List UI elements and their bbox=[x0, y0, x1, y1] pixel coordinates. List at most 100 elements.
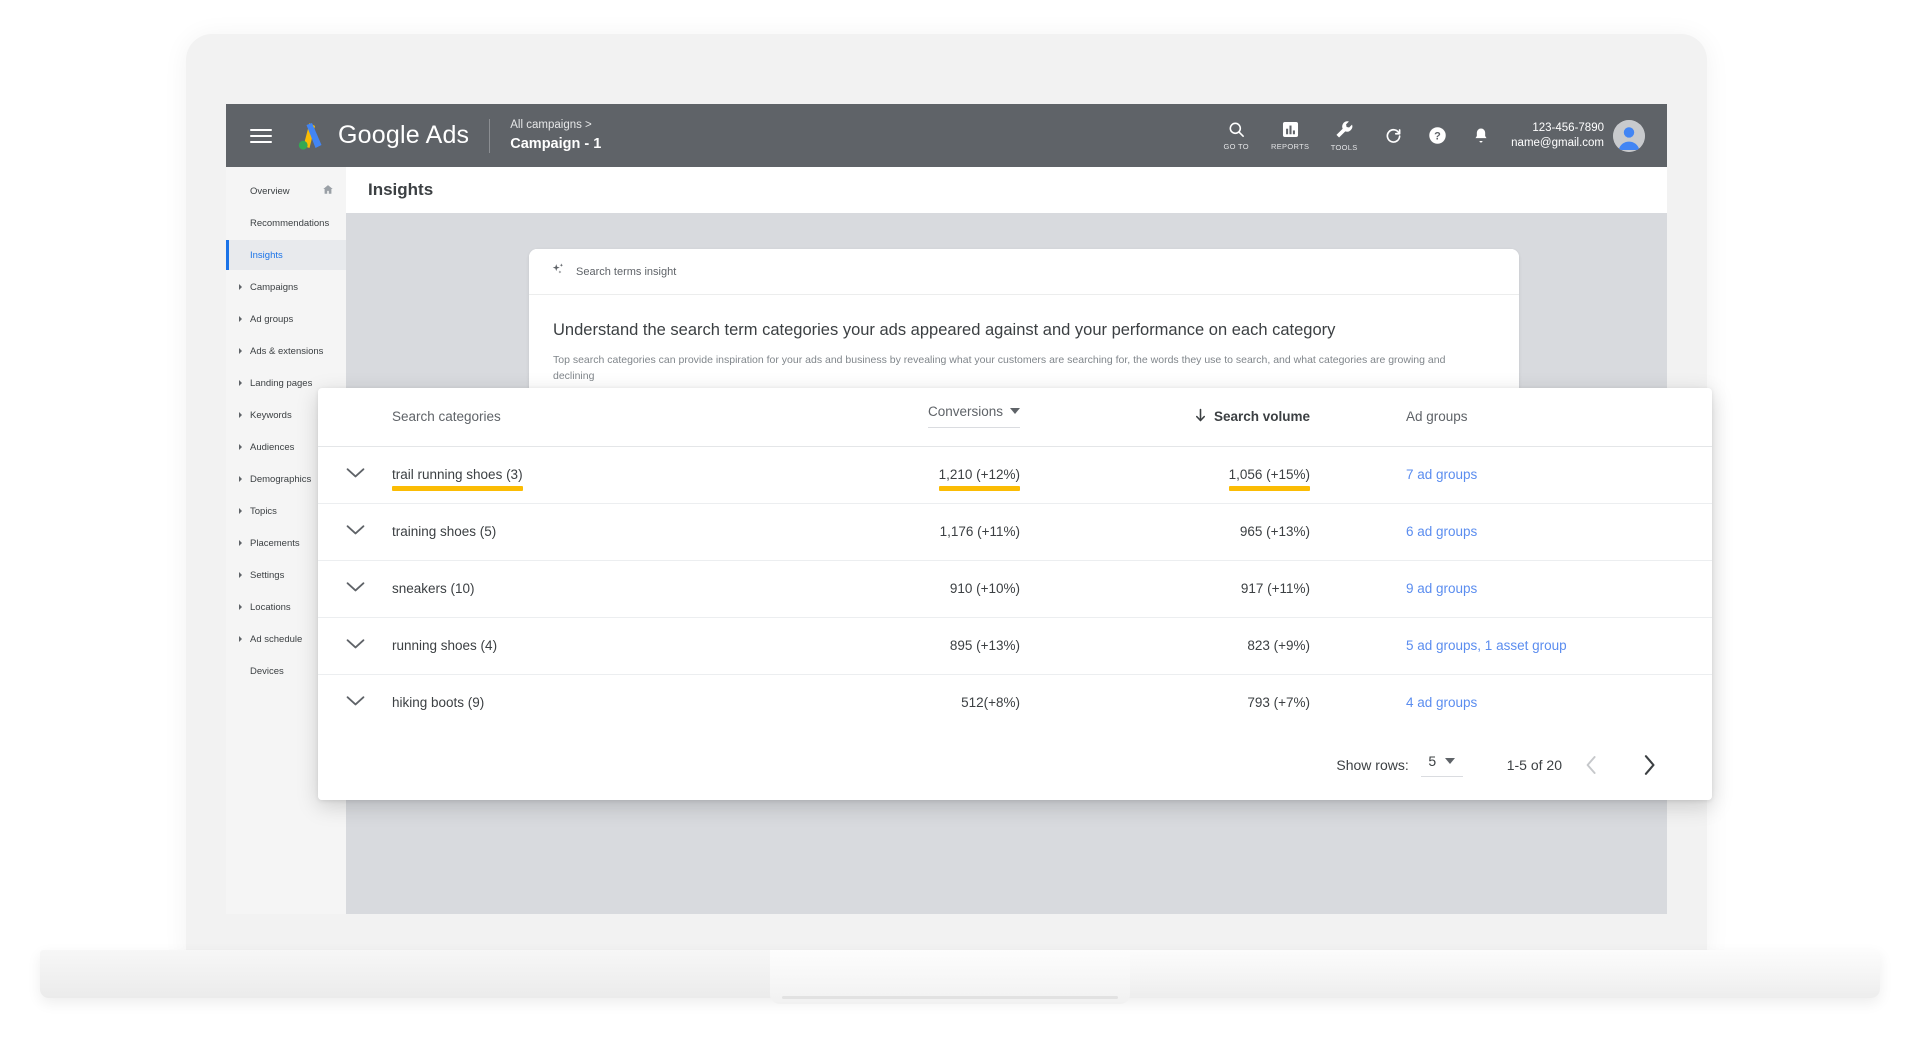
brand-name: Google Ads bbox=[338, 121, 470, 149]
sidebar-item-label: Insights bbox=[250, 249, 283, 261]
row-search-volume-cell: 1,056 (+15%) bbox=[1092, 446, 1372, 503]
goto-button[interactable]: GO TO bbox=[1209, 120, 1263, 151]
row-expand-cell[interactable] bbox=[318, 446, 392, 503]
row-ad-groups-cell[interactable]: 5 ad groups, 1 asset group bbox=[1372, 617, 1712, 674]
chevron-down-icon[interactable] bbox=[346, 638, 365, 653]
insight-card-header: Search terms insight bbox=[529, 249, 1519, 295]
breadcrumb[interactable]: All campaigns > Campaign - 1 bbox=[510, 118, 601, 154]
google-ads-logo-icon bbox=[294, 121, 328, 151]
sidebar-item-label: Keywords bbox=[250, 409, 292, 421]
row-category-label: running shoes (4) bbox=[392, 638, 498, 653]
notifications-button[interactable] bbox=[1459, 126, 1503, 146]
reports-button[interactable]: REPORTS bbox=[1263, 120, 1317, 151]
expand-arrow-icon bbox=[239, 284, 242, 290]
sidebar-item-insights[interactable]: Insights bbox=[226, 240, 346, 270]
reports-icon bbox=[1282, 121, 1298, 138]
sidebar-item-label: Audiences bbox=[250, 441, 295, 453]
column-header-label: Conversions bbox=[927, 403, 1003, 419]
expand-arrow-icon bbox=[239, 348, 242, 354]
column-header-search-categories[interactable]: Search categories bbox=[392, 388, 792, 447]
screenshot-root: Google Ads All campaigns > Campaign - 1 … bbox=[0, 0, 1918, 1042]
search-categories-table-overlay: Search categories Conversions Search vol… bbox=[318, 388, 1712, 800]
chevron-down-icon[interactable] bbox=[346, 581, 365, 596]
column-header-underline bbox=[927, 426, 1020, 428]
column-header-conversions[interactable]: Conversions bbox=[792, 388, 1092, 447]
home-icon bbox=[322, 184, 334, 199]
table-row[interactable]: running shoes (4) 895 (+13%) 823 (+9%) 5… bbox=[318, 617, 1712, 674]
row-category-cell: sneakers (10) bbox=[392, 560, 792, 617]
breadcrumb-parent[interactable]: All campaigns > bbox=[510, 118, 601, 132]
previous-page-button[interactable] bbox=[1562, 755, 1620, 775]
insight-card-badge-label: Search terms insight bbox=[576, 265, 677, 278]
top-app-bar: Google Ads All campaigns > Campaign - 1 … bbox=[226, 104, 1667, 167]
row-conversions-cell: 895 (+13%) bbox=[792, 617, 1092, 674]
tools-button[interactable]: TOOLS bbox=[1317, 119, 1371, 152]
row-search-volume-value: 823 (+9%) bbox=[1247, 638, 1310, 653]
chevron-left-icon bbox=[1586, 756, 1596, 774]
expand-arrow-icon bbox=[239, 604, 242, 610]
refresh-button[interactable] bbox=[1371, 125, 1415, 146]
chevron-down-icon[interactable] bbox=[346, 695, 365, 710]
chevron-down-icon[interactable] bbox=[346, 524, 365, 539]
column-header-ad-groups[interactable]: Ad groups bbox=[1372, 388, 1712, 447]
help-icon: ? bbox=[1428, 127, 1446, 144]
row-ad-groups-cell[interactable]: 6 ad groups bbox=[1372, 503, 1712, 560]
table-row[interactable]: training shoes (5) 1,176 (+11%) 965 (+13… bbox=[318, 503, 1712, 560]
row-conversions-cell: 1,210 (+12%) bbox=[792, 446, 1092, 503]
table-row[interactable]: hiking boots (9) 512(+8%) 793 (+7%) 4 ad… bbox=[318, 674, 1712, 731]
column-header-label: Ad groups bbox=[1406, 409, 1468, 425]
page-header: Insights bbox=[346, 167, 1667, 213]
sidebar-item-ad-groups[interactable]: Ad groups bbox=[226, 304, 346, 334]
sidebar-item-label: Ads & extensions bbox=[250, 345, 324, 357]
search-icon bbox=[1229, 122, 1244, 137]
avatar[interactable] bbox=[1613, 119, 1645, 152]
sidebar-item-label: Campaigns bbox=[250, 281, 299, 293]
row-expand-cell[interactable] bbox=[318, 674, 392, 731]
row-expand-cell[interactable] bbox=[318, 560, 392, 617]
sidebar-item-overview[interactable]: Overview bbox=[226, 176, 346, 206]
row-ad-groups-cell[interactable]: 7 ad groups bbox=[1372, 446, 1712, 503]
row-ad-groups-cell[interactable]: 9 ad groups bbox=[1372, 560, 1712, 617]
row-conversions-cell: 512(+8%) bbox=[792, 674, 1092, 731]
row-category-label: hiking boots (9) bbox=[392, 695, 485, 710]
hamburger-menu-icon[interactable] bbox=[250, 128, 272, 143]
help-button[interactable]: ? bbox=[1415, 125, 1459, 146]
row-category-cell: trail running shoes (3) bbox=[392, 446, 792, 503]
page-title: Insights bbox=[368, 180, 434, 199]
expand-arrow-icon bbox=[239, 316, 242, 322]
account-info[interactable]: 123-456-7890 name@gmail.com bbox=[1511, 121, 1604, 151]
row-conversions-cell: 1,176 (+11%) bbox=[792, 503, 1092, 560]
ad-groups-link[interactable]: 4 ad groups bbox=[1406, 695, 1477, 710]
row-expand-cell[interactable] bbox=[318, 503, 392, 560]
chevron-down-icon[interactable] bbox=[346, 467, 365, 482]
account-email: name@gmail.com bbox=[1511, 136, 1604, 149]
highlight-bar bbox=[1228, 486, 1310, 491]
row-ad-groups-cell[interactable]: 4 ad groups bbox=[1372, 674, 1712, 731]
ad-groups-link[interactable]: 7 ad groups bbox=[1406, 467, 1477, 482]
column-header-search-volume[interactable]: Search volume bbox=[1092, 388, 1372, 447]
ad-groups-link[interactable]: 5 ad groups, 1 asset group bbox=[1406, 638, 1567, 653]
sidebar-item-ads-extensions[interactable]: Ads & extensions bbox=[226, 336, 346, 366]
user-avatar-icon bbox=[1613, 119, 1645, 152]
rows-per-page-select[interactable]: 5 bbox=[1420, 753, 1463, 778]
sidebar-item-label: Locations bbox=[250, 601, 291, 613]
laptop-base-left bbox=[40, 950, 770, 998]
reports-label: REPORTS bbox=[1271, 142, 1310, 151]
chevron-right-icon bbox=[1644, 755, 1655, 775]
caret-down-icon bbox=[1010, 408, 1020, 414]
ad-groups-link[interactable]: 6 ad groups bbox=[1406, 524, 1477, 539]
sidebar-item-campaigns[interactable]: Campaigns bbox=[226, 272, 346, 302]
laptop-base-notch-line bbox=[782, 996, 1118, 999]
row-conversions-value: 895 (+13%) bbox=[949, 638, 1020, 653]
table-row[interactable]: trail running shoes (3) 1,210 (+12%) 1,0… bbox=[318, 446, 1712, 503]
sidebar-item-recommendations[interactable]: Recommendations bbox=[226, 208, 346, 238]
ad-groups-link[interactable]: 9 ad groups bbox=[1406, 581, 1477, 596]
highlight-bar bbox=[938, 486, 1020, 491]
table-row[interactable]: sneakers (10) 910 (+10%) 917 (+11%) 9 ad… bbox=[318, 560, 1712, 617]
expand-arrow-icon bbox=[239, 476, 242, 482]
row-conversions-value: 1,210 (+12%) bbox=[938, 467, 1020, 482]
row-expand-cell[interactable] bbox=[318, 617, 392, 674]
row-conversions-value: 910 (+10%) bbox=[949, 581, 1020, 596]
next-page-button[interactable] bbox=[1620, 754, 1678, 776]
expand-arrow-icon bbox=[239, 444, 242, 450]
